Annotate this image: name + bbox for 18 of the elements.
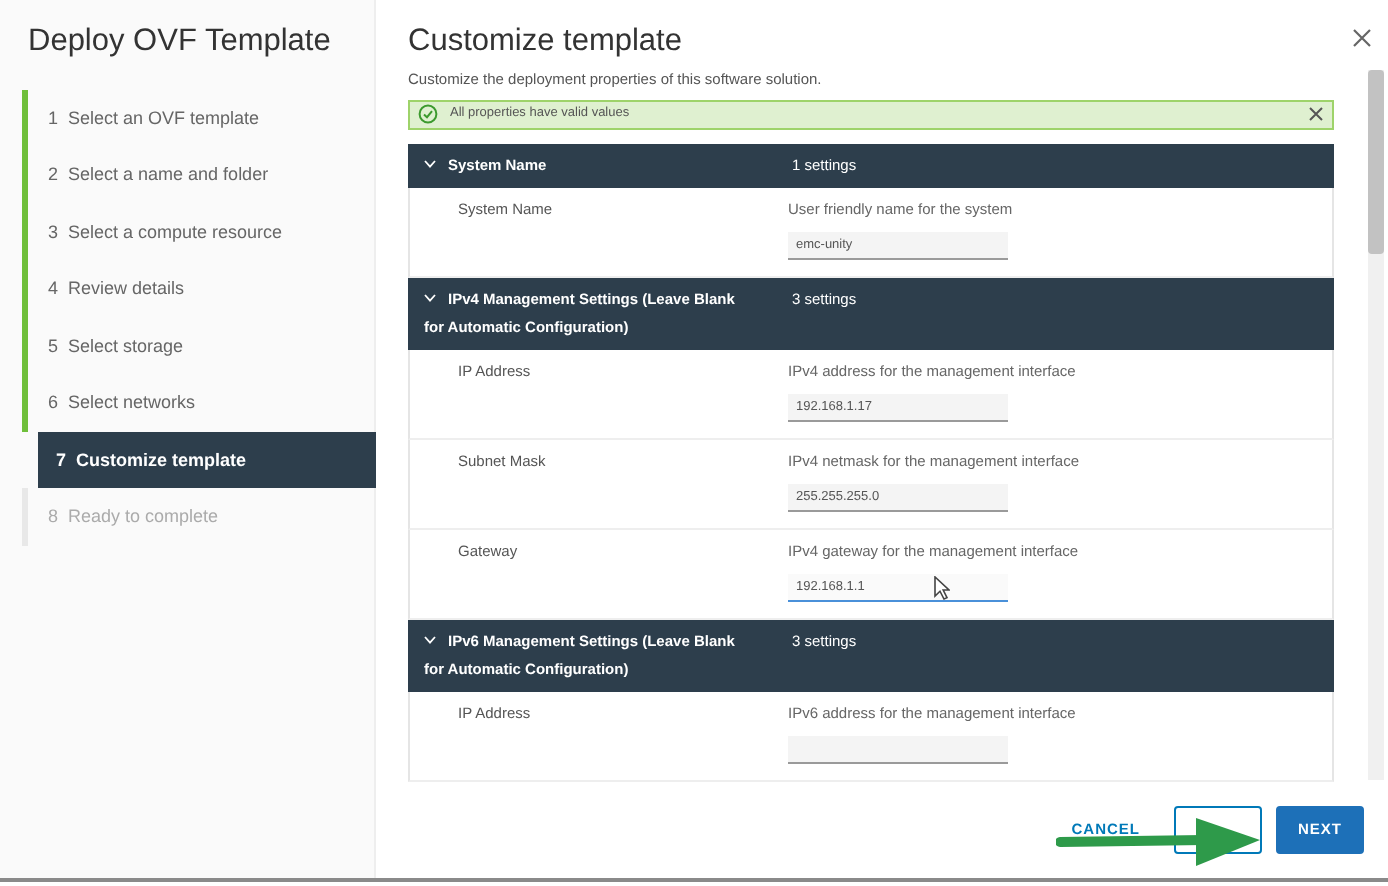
chevron-icon <box>424 635 436 644</box>
wizard-step[interactable]: 3 Select a compute resource <box>22 203 374 261</box>
wizard-step[interactable]: 4 Review details <box>22 260 374 318</box>
close-icon[interactable] <box>1352 28 1372 48</box>
page-title: Customize template <box>408 24 682 62</box>
wizard-step[interactable]: 5 Select storage <box>22 317 374 375</box>
mouse-cursor-icon <box>934 576 950 600</box>
scrollbar-thumb[interactable] <box>1368 70 1384 254</box>
check-circle-icon <box>418 104 438 125</box>
close-icon[interactable] <box>1308 106 1324 123</box>
wizard-step[interactable]: 2 Select a name and folder <box>22 146 374 204</box>
input-field[interactable] <box>788 735 1008 764</box>
chevron-icon <box>424 293 436 302</box>
wizard-step[interactable]: 7 Customize template <box>38 431 376 489</box>
wizard-step[interactable]: 1 Select an OVF template <box>22 89 374 147</box>
chevron-icon <box>424 159 436 168</box>
scrollbar[interactable] <box>1368 70 1384 780</box>
wizard-title: Deploy OVF Template <box>28 24 333 62</box>
